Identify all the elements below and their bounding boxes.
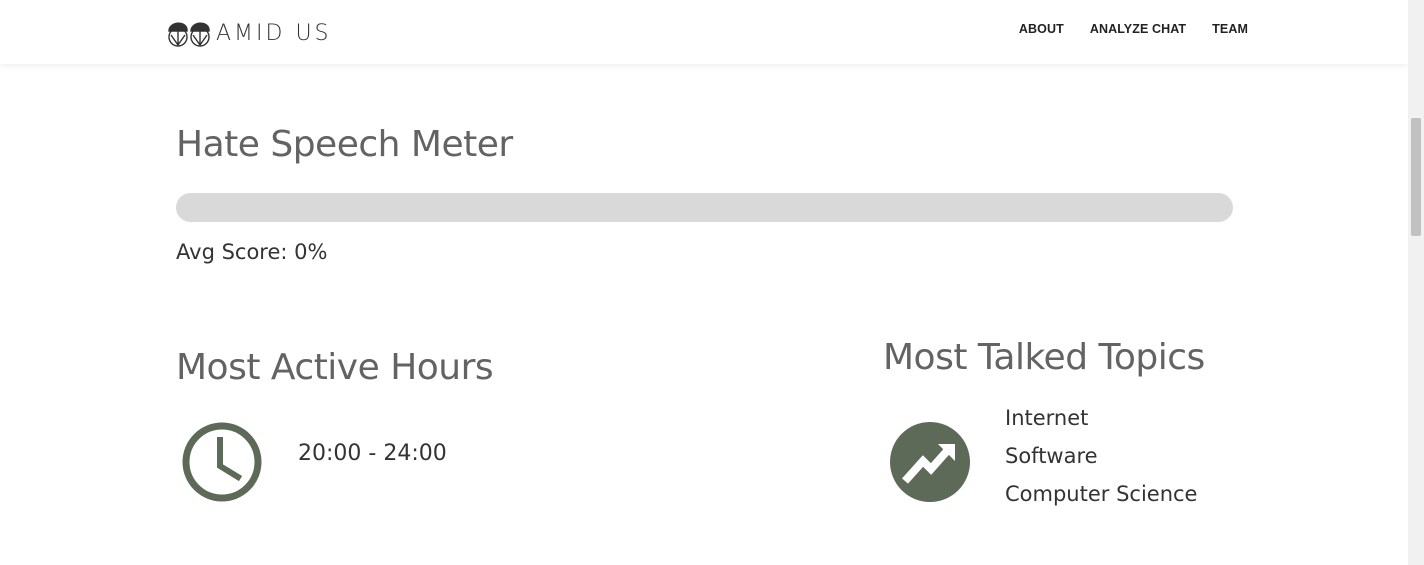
brand-logo-icon: [168, 22, 210, 47]
active-hours-value: 20:00 - 24:00: [298, 441, 447, 466]
topic-item: Internet: [1005, 406, 1089, 430]
top-navbar: AMID US ABOUT ANALYZE CHAT TEAM: [0, 0, 1408, 64]
topics-list: Internet Software Computer Science: [1005, 402, 1197, 516]
scrollbar-thumb[interactable]: [1411, 118, 1421, 236]
most-talked-topics-title: Most Talked Topics: [883, 337, 1205, 378]
nav-link-team[interactable]: TEAM: [1212, 22, 1248, 36]
clock-icon: [182, 422, 262, 502]
most-active-hours-title: Most Active Hours: [176, 347, 494, 388]
topic-item: Software: [1005, 444, 1098, 468]
trending-up-icon: [890, 422, 970, 502]
brand-logo-link[interactable]: AMID US: [166, 14, 332, 50]
nav-link-about[interactable]: ABOUT: [1019, 22, 1064, 36]
main-nav: ABOUT ANALYZE CHAT TEAM: [1019, 22, 1248, 36]
page-scrollbar[interactable]: [1408, 0, 1424, 565]
page: AMID US ABOUT ANALYZE CHAT TEAM Hate Spe…: [0, 0, 1408, 565]
topic-item: Computer Science: [1005, 482, 1198, 506]
brand-name: AMID US: [216, 20, 332, 46]
hate-speech-meter-bar: [176, 193, 1233, 222]
nav-link-analyze-chat[interactable]: ANALYZE CHAT: [1090, 22, 1186, 36]
avg-score-label: Avg Score: 0%: [176, 240, 328, 264]
hate-speech-meter-title: Hate Speech Meter: [176, 124, 513, 165]
